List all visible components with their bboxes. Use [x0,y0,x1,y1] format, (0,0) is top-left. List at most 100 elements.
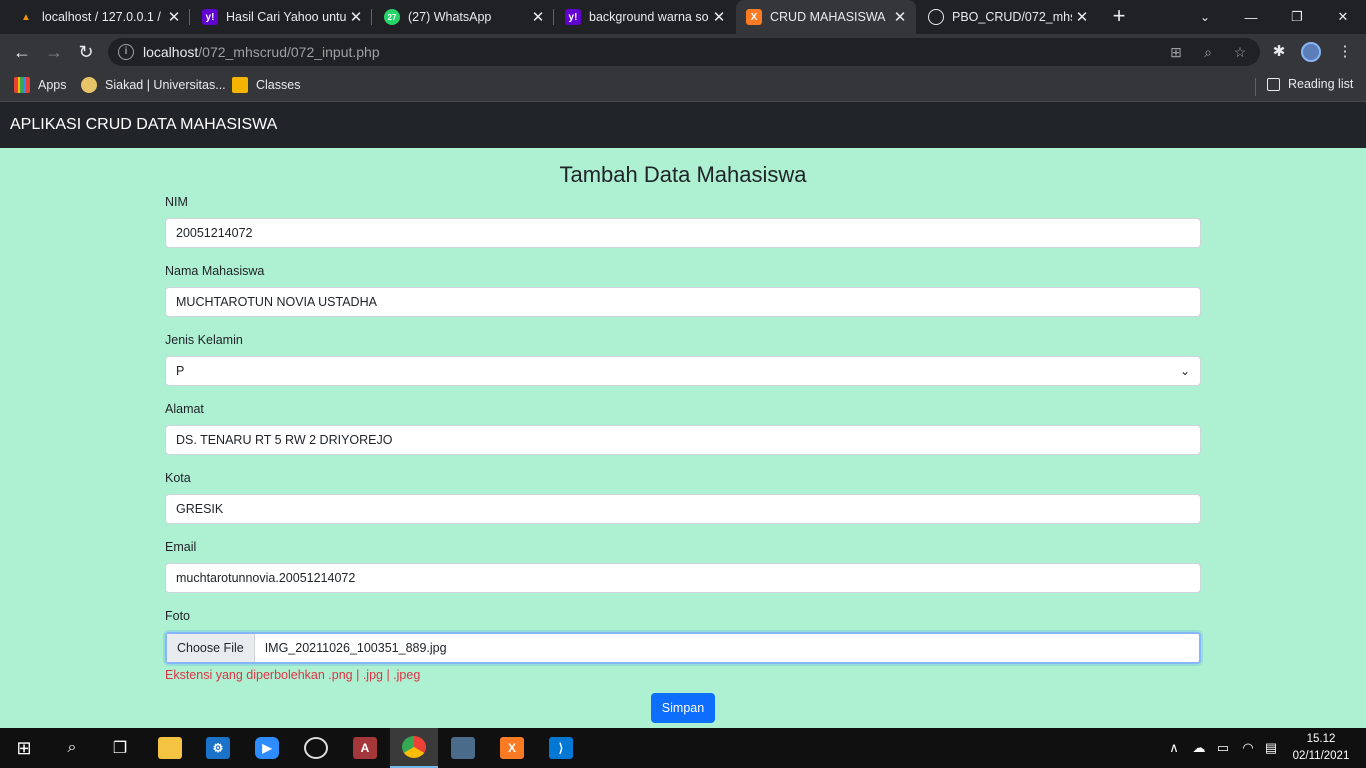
network-tool-icon [451,737,475,759]
forward-button[interactable]: → [42,40,66,64]
chevron-down-icon: ⌄ [1179,364,1190,378]
clock-time: 15.12 [1306,733,1336,745]
form-group-email: Email muchtarotunnovia.20051214072 [165,540,1201,609]
xampp-icon: X [746,9,762,25]
apps-grid-icon [14,77,30,93]
show-hidden-icons-button[interactable]: ∧ [1164,728,1184,768]
browser-tab-strip: ▲ localhost / 127.0.0.1 / ... ✕ y! Hasil… [0,0,1366,34]
reload-button[interactable]: ↻ [74,40,98,64]
tab-separator [371,9,372,25]
search-button[interactable]: ⌕ [48,728,96,768]
tab-yahoo-background[interactable]: y! background warna sol ✕ [555,0,735,34]
windows-taskbar: ⊞ ⌕ ❐ ⚙ ▶ A X ⟩ ∧ ☁ ▭ ◠ ▤ 15.12 02/11/20… [0,728,1366,768]
zoom-icon[interactable]: ⌕ [1198,42,1218,62]
foto-label: Foto [165,609,191,623]
jenis-kelamin-select[interactable]: P ⌄ [165,356,1201,386]
tab-title: background warna sol [589,10,709,24]
bookmark-label: Classes [256,78,301,92]
obs-button[interactable] [292,728,340,768]
back-button[interactable]: ← [10,40,34,64]
speaker-icon[interactable]: ▤ [1260,728,1282,768]
new-tab-button[interactable]: + [1108,5,1130,27]
restore-button[interactable]: ❐ [1274,0,1320,34]
tab-title: localhost / 127.0.0.1 / ... [42,10,164,24]
simpan-button[interactable]: Simpan [651,693,715,723]
menu-kebab-icon[interactable]: ⋮ [1335,42,1355,62]
tab-search-button[interactable]: ⌄ [1182,0,1228,34]
wifi-icon[interactable]: ◠ [1237,728,1259,768]
file-explorer-button[interactable] [146,728,194,768]
kota-label: Kota [165,471,191,485]
vscode-icon: ⟩ [549,737,573,759]
settings-button[interactable]: ⚙ [194,728,242,768]
tab-yahoo-search[interactable]: y! Hasil Cari Yahoo untuk ✕ [192,0,372,34]
tab-whatsapp[interactable]: 27 (27) WhatsApp ✕ [374,0,554,34]
zoom-button[interactable]: ▶ [243,728,291,768]
tab-phpmyadmin[interactable]: ▲ localhost / 127.0.0.1 / ... ✕ [8,0,190,34]
vscode-button[interactable]: ⟩ [537,728,585,768]
onedrive-icon[interactable]: ☁ [1188,728,1210,768]
bookmark-star-icon[interactable]: ☆ [1230,42,1250,62]
selected-file-name: IMG_20211026_100351_889.jpg [264,641,447,655]
nama-input[interactable]: MUCHTAROTUN NOVIA USTADHA [165,287,1201,317]
bookmarks-bar: Apps Siakad | Universitas... Classes Rea… [0,70,1366,102]
foto-file-input[interactable]: Choose File IMG_20211026_100351_889.jpg [165,632,1201,664]
alamat-input[interactable]: DS. TENARU RT 5 RW 2 DRIYOREJO [165,425,1201,455]
browser-toolbar: ← → ↻ i localhost/072_mhscrud/072_input.… [0,34,1366,70]
tab-github[interactable]: PBO_CRUD/072_mhsc ✕ [918,0,1098,34]
minimize-button[interactable]: — [1228,0,1274,34]
reading-list-button[interactable]: Reading list [1267,77,1353,91]
app-brand[interactable]: APLIKASI CRUD DATA MAHASISWA [10,116,277,134]
yahoo-icon: y! [565,9,581,25]
start-button[interactable]: ⊞ [0,728,48,768]
form-group-nama: Nama Mahasiswa MUCHTAROTUN NOVIA USTADHA [165,264,1201,333]
translate-icon[interactable]: ⊞ [1166,42,1186,62]
jenis-kelamin-value: P [176,364,185,378]
bookmark-classes[interactable]: Classes [232,77,300,93]
network-tool-button[interactable] [439,728,487,768]
form-group-jenis-kelamin: Jenis Kelamin P ⌄ [165,333,1201,402]
nim-input[interactable]: 20051214072 [165,218,1201,248]
tab-close-icon[interactable]: ✕ [890,8,910,26]
address-url[interactable]: localhost/072_mhscrud/072_input.php [143,44,380,60]
tab-title: PBO_CRUD/072_mhsc [952,10,1072,24]
phpmyadmin-icon: ▲ [21,11,31,23]
kota-input[interactable]: GRESIK [165,494,1201,524]
address-bar[interactable]: i localhost/072_mhscrud/072_input.php ⊞ … [108,38,1260,66]
access-button[interactable]: A [341,728,389,768]
yahoo-icon: y! [202,9,218,25]
search-icon: ⌕ [67,739,77,756]
tab-close-icon[interactable]: ✕ [1072,8,1092,26]
form-group-foto: Foto Choose File IMG_20211026_100351_889… [165,609,1201,686]
battery-icon[interactable]: ▭ [1212,728,1234,768]
tab-close-icon[interactable]: ✕ [528,8,548,26]
tab-separator [553,9,554,25]
form-group-alamat: Alamat DS. TENARU RT 5 RW 2 DRIYOREJO [165,402,1201,471]
extensions-icon[interactable]: ✱ [1269,42,1289,62]
chrome-button[interactable] [390,728,438,768]
form-group-kota: Kota GRESIK [165,471,1201,540]
tab-title: (27) WhatsApp [408,10,492,24]
bookmark-siakad[interactable]: Siakad | Universitas... [81,77,226,93]
reading-list-label: Reading list [1288,77,1354,91]
windows-logo-icon: ⊞ [16,737,32,758]
url-path: /072_mhscrud/072_input.php [198,44,380,60]
tab-close-icon[interactable]: ✕ [346,8,366,26]
tab-crud-mahasiswa[interactable]: X CRUD MAHASISWA ✕ [736,0,916,34]
xampp-icon: X [500,737,524,759]
profile-avatar[interactable] [1301,42,1321,62]
tab-close-icon[interactable]: ✕ [164,8,184,26]
tab-close-icon[interactable]: ✕ [709,8,729,26]
task-view-button[interactable]: ❐ [96,728,144,768]
choose-file-button[interactable]: Choose File [167,634,255,662]
app-navbar: APLIKASI CRUD DATA MAHASISWA [0,103,1366,148]
close-window-button[interactable]: ✕ [1320,0,1366,34]
bookmark-apps[interactable]: Apps [14,77,67,93]
site-info-icon[interactable]: i [118,44,134,60]
page-content: APLIKASI CRUD DATA MAHASISWA Tambah Data… [0,103,1366,728]
google-classroom-icon [232,77,248,93]
xampp-button[interactable]: X [488,728,536,768]
system-clock[interactable]: 15.12 02/11/2021 [1284,731,1358,765]
obs-icon [304,737,328,759]
email-input[interactable]: muchtarotunnovia.20051214072 [165,563,1201,593]
